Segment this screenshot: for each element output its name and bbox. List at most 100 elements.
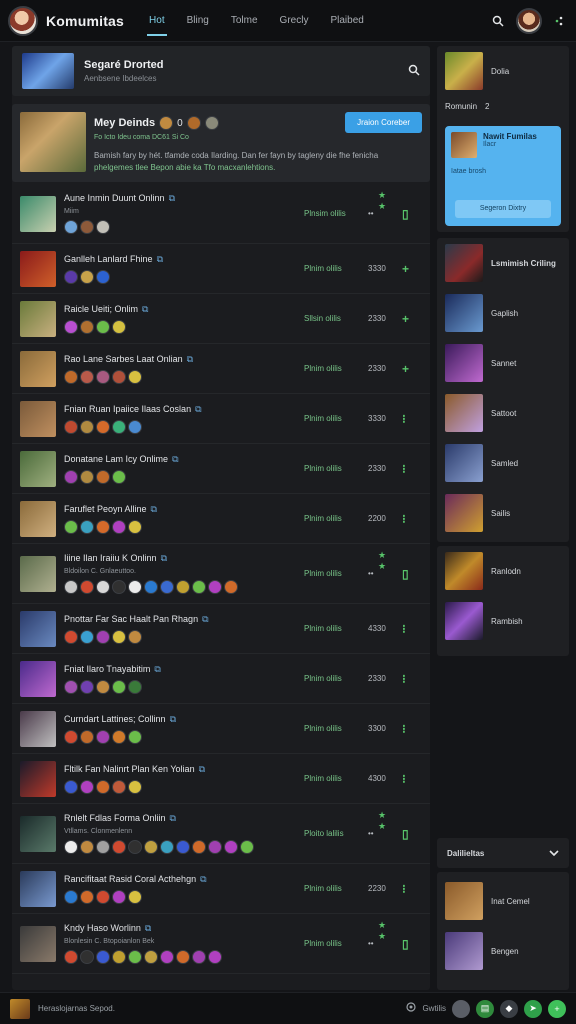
list-item[interactable]: Aune Inmin Duunt Onlinn ⧉ Miim Plnsim oli… [12, 184, 430, 244]
sidebar-item[interactable]: Rambish [437, 596, 569, 646]
community-thumbnail [20, 500, 56, 537]
item-thumbnail [445, 494, 483, 532]
online-status: Plnim olilis [304, 624, 342, 633]
list-item[interactable]: Ganlleh Lanlard Fhine ⧉ Plnim olilis 3330… [12, 244, 430, 294]
list-item[interactable]: Fltilk Fan Nalinrt Plan Ken Yolian ⧉ Plni… [12, 754, 430, 804]
row-action-button[interactable]: ⁝ [402, 722, 406, 736]
external-link-icon[interactable]: ⧉ [202, 614, 208, 624]
friend-avatar[interactable] [452, 999, 470, 1018]
member-avatar [112, 419, 126, 434]
search-card-subtitle: Aenbsene Ibdeelces [84, 74, 157, 83]
promo-tag: Iatae brosh [451, 168, 487, 175]
featured-meta: Fo Icto Ideu coma DC61 Si Co [94, 134, 189, 141]
member-avatar [96, 729, 110, 744]
list-item[interactable]: Raicle Ueiti; Onlim ⧉ Sllsin olilis 2330 … [12, 294, 430, 344]
tab-plaibed[interactable]: Plaibed [319, 0, 374, 42]
external-link-icon[interactable]: ⧉ [195, 404, 201, 414]
add-icon[interactable]: + [548, 999, 566, 1018]
external-link-icon[interactable]: ⧉ [169, 193, 175, 203]
member-avatars [64, 629, 209, 644]
tab-bling[interactable]: Bling [176, 0, 220, 42]
row-action-button[interactable]: + [402, 362, 409, 376]
tab-tolme[interactable]: Tolme [220, 0, 269, 42]
sidebar-item-top[interactable]: Dolia [437, 46, 569, 96]
promo-card[interactable]: Nawit Fumilas Ilacr Iatae brosh Segeron … [445, 126, 561, 226]
status-icon [406, 1002, 417, 1015]
external-link-icon[interactable]: ⧉ [170, 813, 176, 823]
user-avatar[interactable] [516, 7, 542, 34]
list-item[interactable]: Faruflet Peoyn Alline ⧉ Plnim olilis 2200… [12, 494, 430, 544]
external-link-icon[interactable]: ⧉ [142, 304, 148, 314]
row-action-button[interactable]: + [402, 262, 409, 276]
member-avatar [80, 269, 94, 284]
row-action-button[interactable]: + [402, 312, 409, 326]
row-action-button[interactable]: ⁝ [402, 412, 406, 426]
trending-item-label: Sannet [491, 358, 517, 368]
online-status: Plnim olilis [304, 414, 342, 423]
trending-panel: Lsmimish Criling Gaplish Sannet Sattoot … [437, 238, 569, 542]
more-icon[interactable] [552, 13, 568, 29]
trending-item[interactable]: Sailis [437, 488, 569, 538]
sidebar-item[interactable]: Ranlodn [437, 546, 569, 596]
external-link-icon[interactable]: ⧉ [170, 714, 176, 724]
list-item[interactable]: Iiine Ilan Iraiiu K Onlinn ⧉ Bldoilon C. … [12, 544, 430, 604]
community-logo[interactable] [8, 5, 38, 36]
shop-icon[interactable]: ▤ [476, 999, 494, 1018]
sidebar-item[interactable]: Inat Cemel [437, 876, 569, 926]
trending-header[interactable]: Lsmimish Criling [437, 238, 569, 288]
external-link-icon[interactable]: ⧉ [161, 553, 167, 563]
send-icon[interactable]: ➤ [524, 999, 542, 1018]
row-action-button[interactable]: ⁝ [402, 512, 406, 526]
tab-grecly[interactable]: Grecly [269, 0, 320, 42]
list-item[interactable]: Rnlelt Fdlas Forma Onliin ⧉ Vtllams. Clon… [12, 804, 430, 864]
list-item[interactable]: Rancifitaat Rasid Coral Acthehgn ⧉ Plnim … [12, 864, 430, 914]
row-action-button[interactable]: ⁝ [402, 672, 406, 686]
community-thumbnail [20, 195, 56, 232]
member-avatar [80, 729, 94, 744]
game-icon[interactable]: ◆ [500, 999, 518, 1018]
promo-button[interactable]: Segeron Dixtry [455, 200, 551, 218]
trending-item[interactable]: Samled [437, 438, 569, 488]
badge-icon [159, 116, 174, 130]
external-link-icon[interactable]: ⧉ [151, 504, 157, 514]
member-avatars [64, 220, 175, 234]
member-avatars [64, 419, 202, 434]
footer-avatar[interactable] [10, 998, 30, 1019]
external-link-icon[interactable]: ⧉ [200, 874, 206, 884]
trending-title: Lsmimish Criling [491, 258, 556, 268]
promo-subtitle: Ilacr [483, 141, 497, 148]
external-link-icon[interactable]: ⧉ [145, 923, 151, 933]
tab-hot[interactable]: Hot [138, 0, 176, 42]
search-card[interactable]: Segaré Drorted Aenbsene Ibdeelces [12, 46, 430, 96]
list-item[interactable]: Fnian Ruan Ipaiice Ilaas Coslan ⧉ Plnim o… [12, 394, 430, 444]
row-action-button[interactable]: ⁝ [402, 882, 406, 896]
join-button[interactable]: Jraion Coreber [345, 112, 422, 133]
row-action-button[interactable]: ⁝ [402, 462, 406, 476]
external-link-icon[interactable]: ⧉ [157, 254, 163, 264]
member-avatars [64, 580, 238, 594]
list-item[interactable]: Kndy Haso Worlinn ⧉ Blonlesin C. Btopoian… [12, 914, 430, 974]
external-link-icon[interactable]: ⧉ [154, 664, 160, 674]
row-action-button[interactable]: ⁝ [402, 772, 406, 786]
list-item[interactable]: Fniat Ilaro Tnayabitim ⧉ Plnim olilis 233… [12, 654, 430, 704]
member-avatar [80, 629, 94, 644]
dropdown[interactable]: Dalilieltas [437, 838, 569, 868]
list-item[interactable]: Curndart Lattines; Collinn ⧉ Plnim olilis… [12, 704, 430, 754]
row-action-button[interactable]: ⁝ [402, 622, 406, 636]
community-name: Pnottar Far Sac Haalt Pan Rhagn [64, 613, 199, 624]
trending-item[interactable]: Gaplish [437, 288, 569, 338]
list-item[interactable]: Pnottar Far Sac Haalt Pan Rhagn ⧉ Plnim o… [12, 604, 430, 654]
list-item[interactable]: Donatane Lam Icy Onlime ⧉ Plnim olilis 23… [12, 444, 430, 494]
trending-item[interactable]: Sannet [437, 338, 569, 388]
member-avatar [64, 419, 78, 434]
search-icon[interactable] [408, 64, 420, 79]
sidebar-item[interactable]: Bengen [437, 926, 569, 976]
external-link-icon[interactable]: ⧉ [199, 764, 205, 774]
list-item[interactable]: Rao Lane Sarbes Laat Onlian ⧉ Plnim olili… [12, 344, 430, 394]
external-link-icon[interactable]: ⧉ [187, 354, 193, 364]
member-avatar [208, 580, 222, 594]
member-count: 2230 [368, 884, 386, 893]
trending-item[interactable]: Sattoot [437, 388, 569, 438]
external-link-icon[interactable]: ⧉ [172, 454, 178, 464]
search-icon[interactable] [490, 13, 506, 29]
